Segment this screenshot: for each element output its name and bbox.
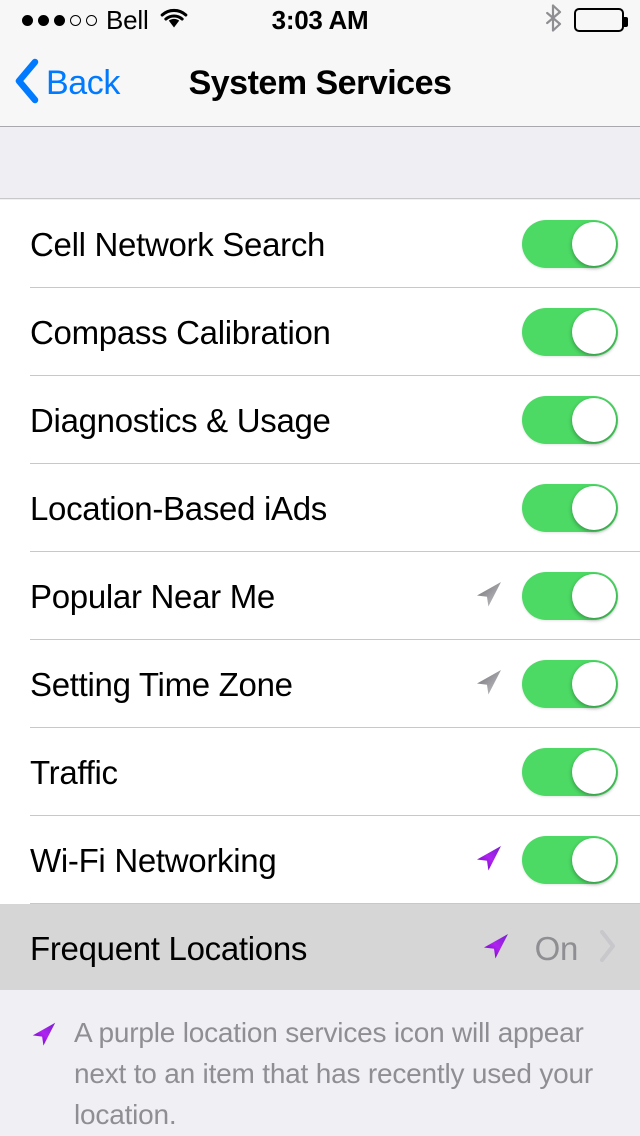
- toggle-setting-time-zone[interactable]: [522, 660, 618, 708]
- section-footer: A purple location services icon will app…: [0, 990, 640, 1136]
- navigation-bar: Back System Services: [0, 40, 640, 127]
- row-accessory: [474, 660, 618, 708]
- row-label: Compass Calibration: [30, 316, 522, 349]
- table-row[interactable]: Compass Calibration: [0, 288, 640, 376]
- toggle-location-based-iads[interactable]: [522, 484, 618, 532]
- location-arrow-purple-icon: [474, 843, 504, 878]
- toggle-wifi-networking[interactable]: [522, 836, 618, 884]
- status-bar-right: [544, 0, 624, 40]
- table-row[interactable]: Wi-Fi Networking: [0, 816, 640, 904]
- row-label: Frequent Locations: [30, 932, 481, 965]
- row-accessory: [522, 220, 618, 268]
- battery-full-icon: [574, 8, 624, 32]
- section-header-spacer: [0, 128, 640, 199]
- row-label: Setting Time Zone: [30, 668, 474, 701]
- row-accessory: [522, 308, 618, 356]
- row-label: Wi-Fi Networking: [30, 844, 474, 877]
- table-row[interactable]: Setting Time Zone: [0, 640, 640, 728]
- bluetooth-icon: [544, 4, 562, 37]
- page-title: System Services: [0, 40, 640, 126]
- row-accessory: [522, 748, 618, 796]
- settings-screen: Bell 3:03 AM: [0, 0, 640, 1136]
- row-label: Diagnostics & Usage: [30, 404, 522, 437]
- row-accessory: [522, 484, 618, 532]
- toggle-cell-network-search[interactable]: [522, 220, 618, 268]
- section-footer-text: A purple location services icon will app…: [74, 1012, 610, 1135]
- table-row[interactable]: Diagnostics & Usage: [0, 376, 640, 464]
- system-services-list: Cell Network Search Compass Calibration …: [0, 200, 640, 992]
- row-label: Location-Based iAds: [30, 492, 522, 525]
- row-accessory: [474, 572, 618, 620]
- table-row[interactable]: Popular Near Me: [0, 552, 640, 640]
- table-row[interactable]: Traffic: [0, 728, 640, 816]
- location-arrow-purple-icon: [481, 931, 511, 966]
- chevron-right-icon: [598, 929, 618, 968]
- row-label: Cell Network Search: [30, 228, 522, 261]
- location-arrow-gray-icon: [474, 579, 504, 614]
- toggle-diagnostics-usage[interactable]: [522, 396, 618, 444]
- table-row[interactable]: Location-Based iAds: [0, 464, 640, 552]
- table-row-frequent-locations[interactable]: Frequent Locations On: [0, 904, 640, 992]
- row-accessory: [474, 836, 618, 884]
- status-bar: Bell 3:03 AM: [0, 0, 640, 40]
- location-arrow-gray-icon: [474, 667, 504, 702]
- toggle-popular-near-me[interactable]: [522, 572, 618, 620]
- row-accessory: On: [481, 929, 618, 968]
- row-label: Popular Near Me: [30, 580, 474, 613]
- location-arrow-purple-icon: [30, 1020, 58, 1053]
- table-row[interactable]: Cell Network Search: [0, 200, 640, 288]
- detail-value: On: [535, 932, 578, 965]
- row-accessory: [522, 396, 618, 444]
- toggle-traffic[interactable]: [522, 748, 618, 796]
- row-label: Traffic: [30, 756, 522, 789]
- toggle-compass-calibration[interactable]: [522, 308, 618, 356]
